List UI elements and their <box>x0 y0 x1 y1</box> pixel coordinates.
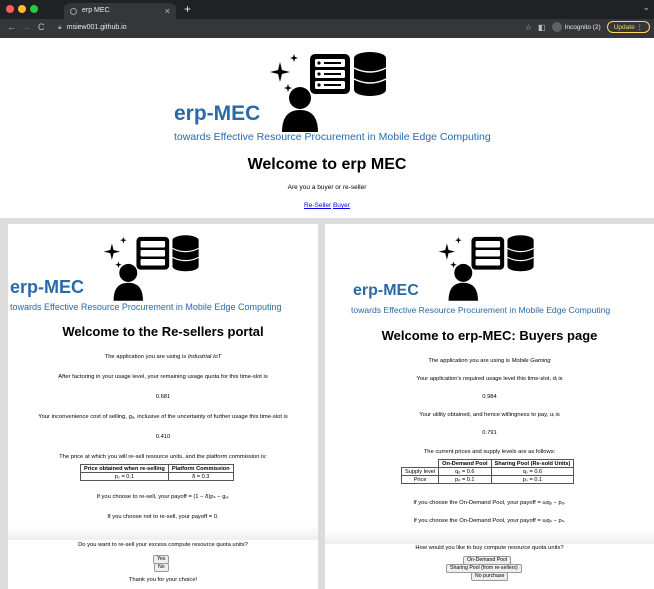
table-header: Price obtained when re-selling <box>80 464 169 473</box>
section-divider <box>325 530 654 544</box>
incognito-indicator[interactable]: Incognito (2) <box>551 22 601 32</box>
table-cell: Supply level <box>400 467 440 476</box>
favicon-icon <box>70 8 77 15</box>
section-divider <box>8 526 318 540</box>
reseller-panel: erp-MEC towards Effective Resource Procu… <box>8 224 318 589</box>
landing-page: erp-MEC towards Effective Resource Procu… <box>0 38 654 218</box>
app-name: Mobile Gaming <box>511 358 551 364</box>
usage-value: 0.681 <box>155 394 171 400</box>
table-cell: qₛ = 0.6 <box>490 467 575 476</box>
utility-value: 0.791 <box>482 430 497 436</box>
logo-icon <box>103 235 199 301</box>
lock-icon: 🔒︎ <box>58 24 62 31</box>
logo-icon <box>438 235 534 301</box>
brand-tagline: towards Effective Resource Procurement i… <box>174 131 491 143</box>
tab-bar: erp MEC × + ⌄ <box>0 0 654 19</box>
browser-toolbar: ← → C 🔒︎ msiew001.github.io ☆ ◧ Incognito… <box>0 19 654 38</box>
buyer-panel: erp-MEC towards Effective Resource Procu… <box>325 224 654 589</box>
new-tab-button[interactable]: + <box>184 2 191 16</box>
bookmark-star-icon[interactable]: ☆ <box>525 23 532 32</box>
noresell-payoff: If you choose not to re-sell, your payof… <box>107 514 219 520</box>
ondemand-payoff: If you choose the On-Demand Pool, your p… <box>413 500 566 506</box>
browser-tab[interactable]: erp MEC × <box>64 3 176 19</box>
buyer-link[interactable]: Buyer <box>333 202 350 209</box>
thanks-text: Thank you for your choice! <box>128 577 198 583</box>
app-info: The application you are using is Industr… <box>104 354 222 360</box>
reseller-heading: Welcome to the Re-sellers portal <box>62 324 264 339</box>
incognito-label: Incognito (2) <box>564 23 601 31</box>
table-header: Platform Commission <box>167 464 234 473</box>
usage-text: After factoring in your usage level, you… <box>58 374 268 380</box>
resell-question: Do you want to re-sell your excess compu… <box>78 542 248 548</box>
brand-tagline: towards Effective Resource Procurement i… <box>10 302 282 312</box>
reseller-price-table: Price obtained when re-selling Platform … <box>80 464 234 481</box>
app-info: The application you are using is Mobile … <box>428 358 551 364</box>
brand-title: erp-MEC <box>353 282 419 299</box>
tab-close-icon[interactable]: × <box>165 3 170 19</box>
role-links: Re-Seller Buyer <box>0 202 654 209</box>
landing-heading: Welcome to erp MEC <box>247 156 407 173</box>
incognito-icon <box>551 22 562 32</box>
cost-text: Your inconvenience cost of selling, gᵤ, … <box>38 414 288 420</box>
reload-button[interactable]: C <box>38 22 45 32</box>
brand-title: erp-MEC <box>174 102 261 125</box>
url-text: msiew001.github.io <box>66 24 127 31</box>
usage-text: Your application's required usage level … <box>416 376 563 382</box>
brand-title: erp-MEC <box>10 277 85 297</box>
forward-button[interactable]: → <box>22 22 31 32</box>
side-panel-icon[interactable]: ◧ <box>538 23 546 32</box>
tab-title: erp MEC <box>82 7 110 14</box>
reseller-link[interactable]: Re-Seller <box>304 202 331 209</box>
table-cell: pₒ = 0.1 <box>438 475 492 484</box>
purchase-question: How would you like to buy compute resour… <box>415 545 564 551</box>
no-button[interactable]: No <box>154 563 169 572</box>
app-name: Industrial IoT <box>187 354 222 360</box>
role-prompt: Are you a buyer or re-seller <box>287 184 367 191</box>
prices-text: The current prices and supply levels are… <box>423 449 556 455</box>
buyer-price-table: On-Demand Pool Sharing Pool (Re-sold Uni… <box>400 459 575 484</box>
table-row: Supply level qₒ = 0.6 qₛ = 0.6 <box>400 467 575 476</box>
brand-tagline: towards Effective Resource Procurement i… <box>351 305 611 315</box>
address-bar[interactable]: 🔒︎ msiew001.github.io <box>58 22 127 34</box>
tab-search-chevron-icon[interactable]: ⌄ <box>642 2 650 13</box>
toolbar-right: ☆ ◧ Incognito (2) Update ⋮ <box>525 21 650 33</box>
update-button[interactable]: Update ⋮ <box>606 21 650 33</box>
table-header: On-Demand Pool <box>438 459 492 468</box>
cost-value: 0.410 <box>155 434 171 440</box>
minimize-window-button[interactable] <box>18 5 26 13</box>
maximize-window-button[interactable] <box>30 5 38 13</box>
no-purchase-button[interactable]: No purchase <box>471 572 509 581</box>
table-header <box>402 460 439 468</box>
utility-text: Your utility obtained, and hence willing… <box>419 412 560 418</box>
table-cell: pₛ = 0.1 <box>490 475 575 484</box>
browser-chrome: erp MEC × + ⌄ ← → C 🔒︎ msiew001.github.io… <box>0 0 654 38</box>
logo-icon <box>270 52 387 132</box>
table-header: Sharing Pool (Re-sold Units) <box>490 459 575 468</box>
close-window-button[interactable] <box>6 5 14 13</box>
sharing-payoff: If you choose the On-Demand Pool, your p… <box>413 518 566 524</box>
resell-payoff: If you choose to re-sell, your payoff = … <box>96 494 230 500</box>
usage-value: 0.984 <box>482 394 497 400</box>
table-row: Price pₒ = 0.1 pₛ = 0.1 <box>400 475 575 484</box>
table-cell: qₒ = 0.6 <box>438 467 492 476</box>
table-cell: pₛ = 0.1 <box>80 472 169 481</box>
buyer-heading: Welcome to erp-MEC: Buyers page <box>381 328 598 343</box>
table-cell: δ = 0.3 <box>167 472 234 481</box>
table-cell: Price <box>400 475 440 484</box>
price-text: The price at which you will re-sell reso… <box>59 454 267 460</box>
back-button[interactable]: ← <box>7 22 16 32</box>
